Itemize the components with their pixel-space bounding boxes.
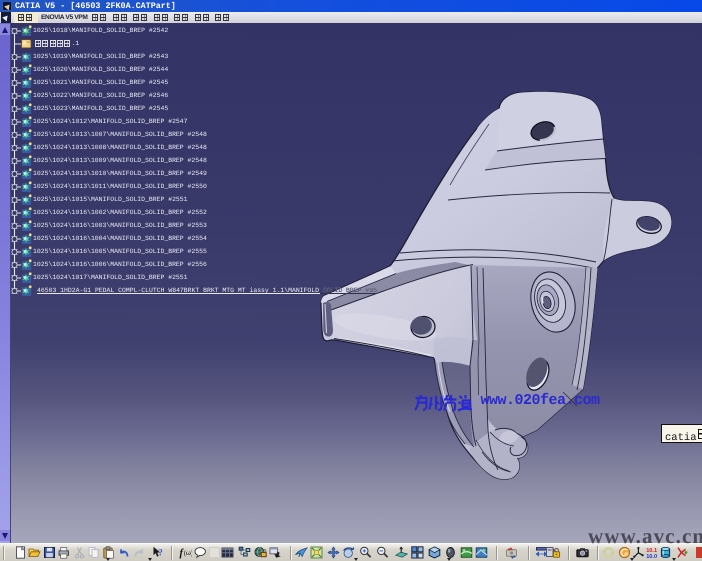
svg-text:10.0: 10.0 [646,554,657,559]
svg-text:(ω): (ω) [184,550,192,557]
svg-text:?: ? [158,548,163,558]
